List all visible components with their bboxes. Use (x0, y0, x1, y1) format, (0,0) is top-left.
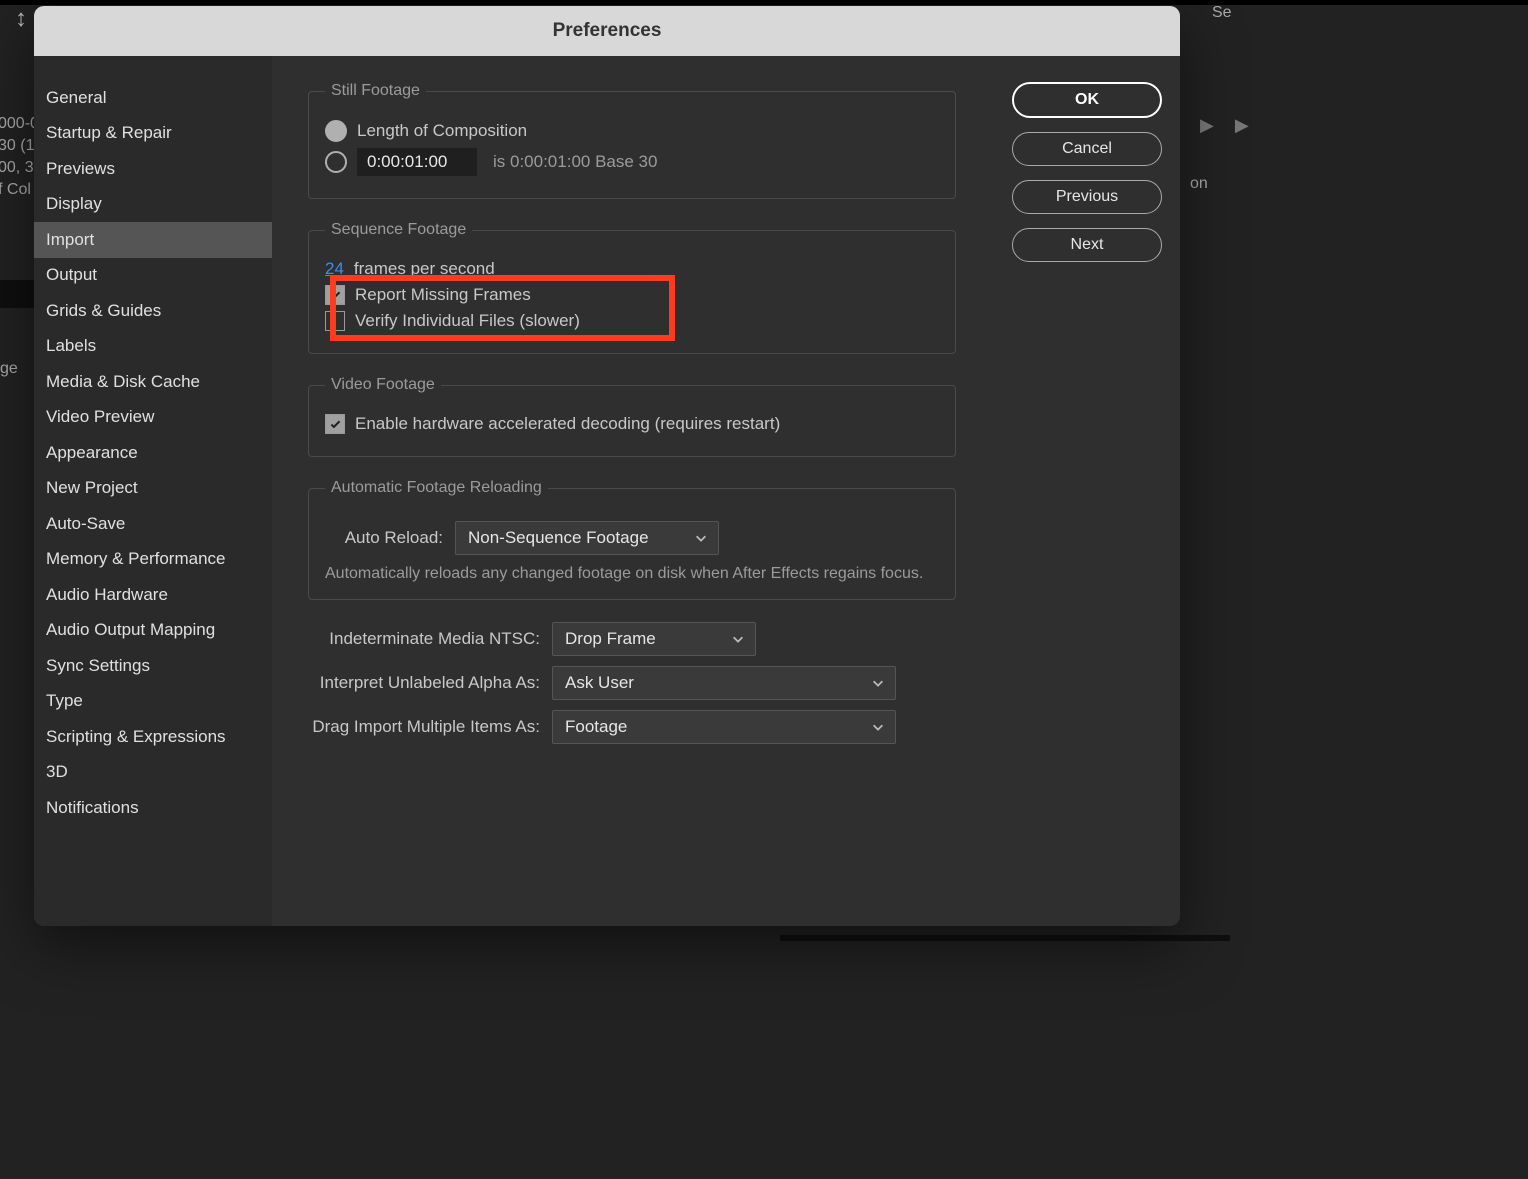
sidebar-item-audio-output-mapping[interactable]: Audio Output Mapping (34, 613, 272, 649)
sequence-fps-input[interactable]: 24 (325, 259, 344, 279)
sidebar-item-grids-guides[interactable]: Grids & Guides (34, 293, 272, 329)
auto-reload-desc: Automatically reloads any changed footag… (325, 565, 939, 583)
bg-arrows: ▶ ▶ (1200, 115, 1257, 136)
video-footage-group: Video Footage Enable hardware accelerate… (308, 376, 956, 457)
sidebar-item-scripting-expressions[interactable]: Scripting & Expressions (34, 719, 272, 755)
sequence-footage-group: Sequence Footage 24 frames per second Re… (308, 221, 956, 354)
sidebar-item-notifications[interactable]: Notifications (34, 790, 272, 826)
checkbox-report-missing-frames[interactable] (325, 285, 345, 305)
sequence-fps-unit: frames per second (354, 259, 495, 279)
preferences-dialog: Preferences GeneralStartup & RepairPrevi… (34, 6, 1180, 926)
radio-length-of-composition[interactable] (325, 120, 347, 142)
sidebar-item-audio-hardware[interactable]: Audio Hardware (34, 577, 272, 613)
drag-label: Drag Import Multiple Items As: (308, 717, 540, 737)
sidebar-item-type[interactable]: Type (34, 684, 272, 720)
radio-length-label: Length of Composition (357, 121, 527, 141)
alpha-value: Ask User (565, 673, 634, 693)
sidebar-item-auto-save[interactable]: Auto-Save (34, 506, 272, 542)
bg-topbar (0, 0, 1528, 5)
ntsc-value: Drop Frame (565, 629, 656, 649)
auto-reload-label: Auto Reload: (325, 528, 443, 548)
bg-text: ge (0, 360, 18, 378)
sidebar-item-general[interactable]: General (34, 80, 272, 116)
still-footage-group: Still Footage Length of Composition 0:00… (308, 82, 956, 199)
sidebar-item-import[interactable]: Import (34, 222, 272, 258)
sidebar-item-3d[interactable]: 3D (34, 755, 272, 791)
chevron-down-icon (731, 632, 745, 646)
sidebar-item-previews[interactable]: Previews (34, 151, 272, 187)
next-button[interactable]: Next (1012, 228, 1162, 262)
sidebar-item-video-preview[interactable]: Video Preview (34, 400, 272, 436)
chevron-down-icon (871, 676, 885, 690)
still-time-hint: is 0:00:01:00 Base 30 (493, 152, 657, 172)
sidebar-item-output[interactable]: Output (34, 258, 272, 294)
video-footage-legend: Video Footage (325, 376, 441, 394)
bg-text: 30 (1 (0, 137, 34, 155)
sidebar-item-display[interactable]: Display (34, 187, 272, 223)
sidebar-item-memory-performance[interactable]: Memory & Performance (34, 542, 272, 578)
sidebar-item-media-disk-cache[interactable]: Media & Disk Cache (34, 364, 272, 400)
sidebar-item-sync-settings[interactable]: Sync Settings (34, 648, 272, 684)
auto-reload-value: Non-Sequence Footage (468, 528, 649, 548)
sidebar-item-labels[interactable]: Labels (34, 329, 272, 365)
still-time-input[interactable]: 0:00:01:00 (357, 148, 477, 176)
checkbox-verify-label: Verify Individual Files (slower) (355, 311, 580, 331)
bg-text: Se (1212, 4, 1232, 22)
bg-text: on (1190, 175, 1208, 193)
chevron-down-icon (694, 531, 708, 545)
chevron-down-icon (871, 720, 885, 734)
still-footage-legend: Still Footage (325, 82, 426, 100)
checkbox-hw-decode-label: Enable hardware accelerated decoding (re… (355, 414, 780, 434)
sequence-footage-legend: Sequence Footage (325, 221, 472, 239)
alpha-dropdown[interactable]: Ask User (552, 666, 896, 700)
drag-value: Footage (565, 717, 627, 737)
checkbox-verify-files[interactable] (325, 311, 345, 331)
ok-button[interactable]: OK (1012, 82, 1162, 118)
bg-text: 00, 3 (0, 159, 34, 177)
preferences-sidebar: GeneralStartup & RepairPreviewsDisplayIm… (34, 56, 272, 926)
dialog-title: Preferences (34, 6, 1180, 56)
sidebar-item-startup-repair[interactable]: Startup & Repair (34, 116, 272, 152)
alpha-label: Interpret Unlabeled Alpha As: (308, 673, 540, 693)
auto-reload-dropdown[interactable]: Non-Sequence Footage (455, 521, 719, 555)
checkbox-hw-decode[interactable] (325, 414, 345, 434)
cancel-button[interactable]: Cancel (1012, 132, 1162, 166)
radio-custom-time[interactable] (325, 151, 347, 173)
auto-reload-legend: Automatic Footage Reloading (325, 479, 548, 497)
sidebar-item-appearance[interactable]: Appearance (34, 435, 272, 471)
auto-reload-group: Automatic Footage Reloading Auto Reload:… (308, 479, 956, 600)
ntsc-dropdown[interactable]: Drop Frame (552, 622, 756, 656)
ntsc-label: Indeterminate Media NTSC: (308, 629, 540, 649)
bg-tool-glyph: ↕ (15, 5, 27, 33)
bg-dark-strip (780, 935, 1230, 941)
checkbox-report-missing-label: Report Missing Frames (355, 285, 531, 305)
bg-text: f Col (0, 181, 31, 199)
drag-dropdown[interactable]: Footage (552, 710, 896, 744)
previous-button[interactable]: Previous (1012, 180, 1162, 214)
sidebar-item-new-project[interactable]: New Project (34, 471, 272, 507)
preferences-main: OK Cancel Previous Next Still Footage Le… (272, 56, 1180, 926)
